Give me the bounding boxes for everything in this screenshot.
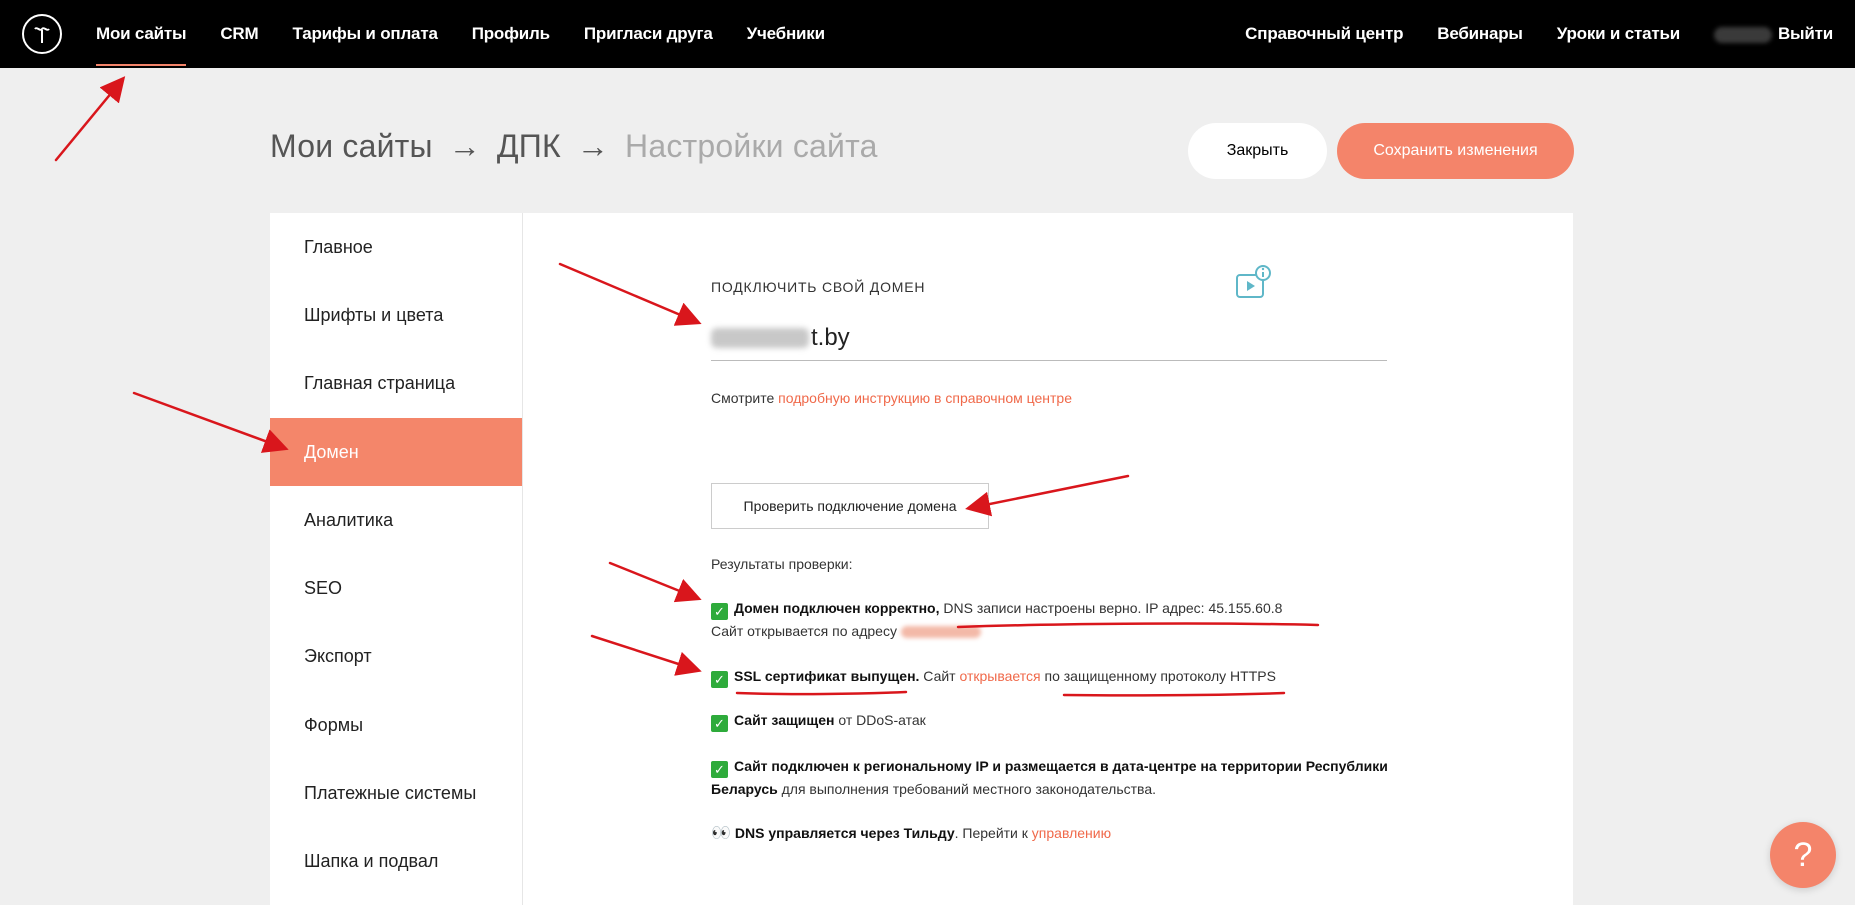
check-domain-button[interactable]: Проверить подключение домена	[711, 483, 989, 529]
logout-label: Выйти	[1777, 24, 1833, 43]
user-name-blurred	[1713, 26, 1772, 43]
tilda-logo[interactable]	[22, 14, 62, 54]
check-icon: ✓	[711, 761, 728, 778]
nav-crm[interactable]: CRM	[220, 24, 258, 44]
video-help-icon[interactable]	[1233, 263, 1273, 303]
breadcrumb-arrow-2: →	[576, 128, 610, 164]
sidebar-item-forms[interactable]: Формы	[270, 691, 522, 759]
result-ddos: ✓ Сайт защищен от DDoS-атак	[711, 709, 1391, 732]
nav-invite-friend[interactable]: Пригласи друга	[584, 24, 713, 44]
check-icon: ✓	[711, 715, 728, 732]
result-dns-text: . Перейти к	[954, 825, 1032, 841]
result-domain-connected: ✓ Домен подключен корректно, DNS записи н…	[711, 597, 1391, 642]
result-domain-line2: Сайт открывается по адресу	[711, 623, 901, 639]
nav-tutorials[interactable]: Учебники	[747, 24, 825, 44]
result-dns-managed: 👀 DNS управляется через Тильду. Перейти к…	[711, 822, 1391, 845]
nav-profile[interactable]: Профиль	[472, 24, 550, 44]
sidebar-item-export[interactable]: Экспорт	[270, 623, 522, 691]
result-ddos-text: от DDoS-атак	[834, 712, 926, 728]
breadcrumb-root[interactable]: Мои сайты	[270, 128, 433, 164]
result-domain-bold: Домен подключен корректно,	[734, 600, 940, 616]
help-button[interactable]: ?	[1770, 822, 1836, 888]
sidebar-item-home-page[interactable]: Главная страница	[270, 350, 522, 418]
sidebar-item-header-footer[interactable]: Шапка и подвал	[270, 828, 522, 896]
sidebar-item-seo[interactable]: SEO	[270, 554, 522, 622]
dns-management-link[interactable]: управлению	[1032, 825, 1111, 841]
nav-right: Справочный центр Вебинары Уроки и статьи…	[1211, 0, 1833, 68]
nav-my-sites[interactable]: Мои сайты	[96, 24, 187, 66]
result-ssl: ✓ SSL сертификат выпущен. Сайт открываетс…	[711, 665, 1391, 688]
ssl-opens-link[interactable]: открывается	[960, 668, 1041, 684]
settings-sidebar: Главное Шрифты и цвета Главная страница …	[270, 213, 523, 905]
site-address-link-blurred[interactable]	[900, 626, 981, 639]
annotation-arrow-sidebar-domain	[132, 391, 289, 453]
nav-logout[interactable]: Выйти	[1713, 24, 1833, 44]
check-icon: ✓	[711, 671, 728, 688]
nav-webinars[interactable]: Вебинары	[1437, 24, 1523, 44]
sidebar-item-analytics[interactable]: Аналитика	[270, 486, 522, 554]
sidebar-item-main[interactable]: Главное	[270, 213, 522, 281]
result-ssl-bold: SSL сертификат выпущен.	[734, 668, 920, 684]
result-ssl-text1: Сайт	[919, 668, 960, 684]
results-title: Результаты проверки:	[711, 556, 853, 572]
breadcrumb-current: Настройки сайта	[625, 128, 878, 164]
result-ssl-text2: по защищенному протоколу HTTPS	[1040, 668, 1276, 684]
domain-blurred-part	[711, 328, 809, 348]
result-ddos-bold: Сайт защищен	[734, 712, 835, 728]
nav-help-center[interactable]: Справочный центр	[1245, 24, 1403, 44]
question-icon: ?	[1793, 835, 1813, 874]
save-button[interactable]: Сохранить изменения	[1337, 123, 1574, 179]
domain-hint: Смотрите подробную инструкцию в справочн…	[711, 390, 1072, 406]
breadcrumb: Мои сайты → ДПК → Настройки сайта	[270, 128, 878, 165]
sidebar-item-payment-systems[interactable]: Платежные системы	[270, 759, 522, 827]
eyes-icon: 👀	[711, 825, 731, 842]
nav-lessons[interactable]: Уроки и статьи	[1557, 24, 1680, 44]
tilda-logo-icon	[34, 27, 50, 43]
hint-prefix: Смотрите	[711, 390, 779, 406]
result-regional-text: для выполнения требований местного закон…	[777, 781, 1157, 797]
breadcrumb-project[interactable]: ДПК	[497, 128, 561, 164]
breadcrumb-arrow-1: →	[448, 128, 481, 164]
nav-tariffs[interactable]: Тарифы и оплата	[292, 24, 437, 44]
top-navigation: Мои сайты CRM Тарифы и оплата Профиль Пр…	[0, 0, 1855, 68]
close-button[interactable]: Закрыть	[1188, 123, 1327, 179]
nav-left: Мои сайты CRM Тарифы и оплата Профиль Пр…	[96, 0, 859, 68]
domain-section-label: ПОДКЛЮЧИТЬ СВОЙ ДОМЕН	[711, 279, 926, 295]
annotation-arrow-my-sites	[54, 76, 126, 162]
help-center-instructions-link[interactable]: подробную инструкцию в справочном центре	[778, 390, 1072, 406]
result-dns-bold: DNS управляется через Тильду	[734, 825, 955, 841]
result-domain-text: DNS записи настроены верно. IP адрес: 45…	[939, 600, 1283, 616]
check-icon: ✓	[711, 603, 728, 620]
domain-visible-part: t.by	[811, 324, 850, 351]
sidebar-item-domain[interactable]: Домен	[270, 417, 522, 487]
result-regional-ip: ✓ Сайт подключен к региональному IP и раз…	[711, 755, 1391, 800]
domain-input[interactable]: t.by	[711, 316, 1387, 361]
sidebar-item-fonts-colors[interactable]: Шрифты и цвета	[270, 281, 522, 349]
